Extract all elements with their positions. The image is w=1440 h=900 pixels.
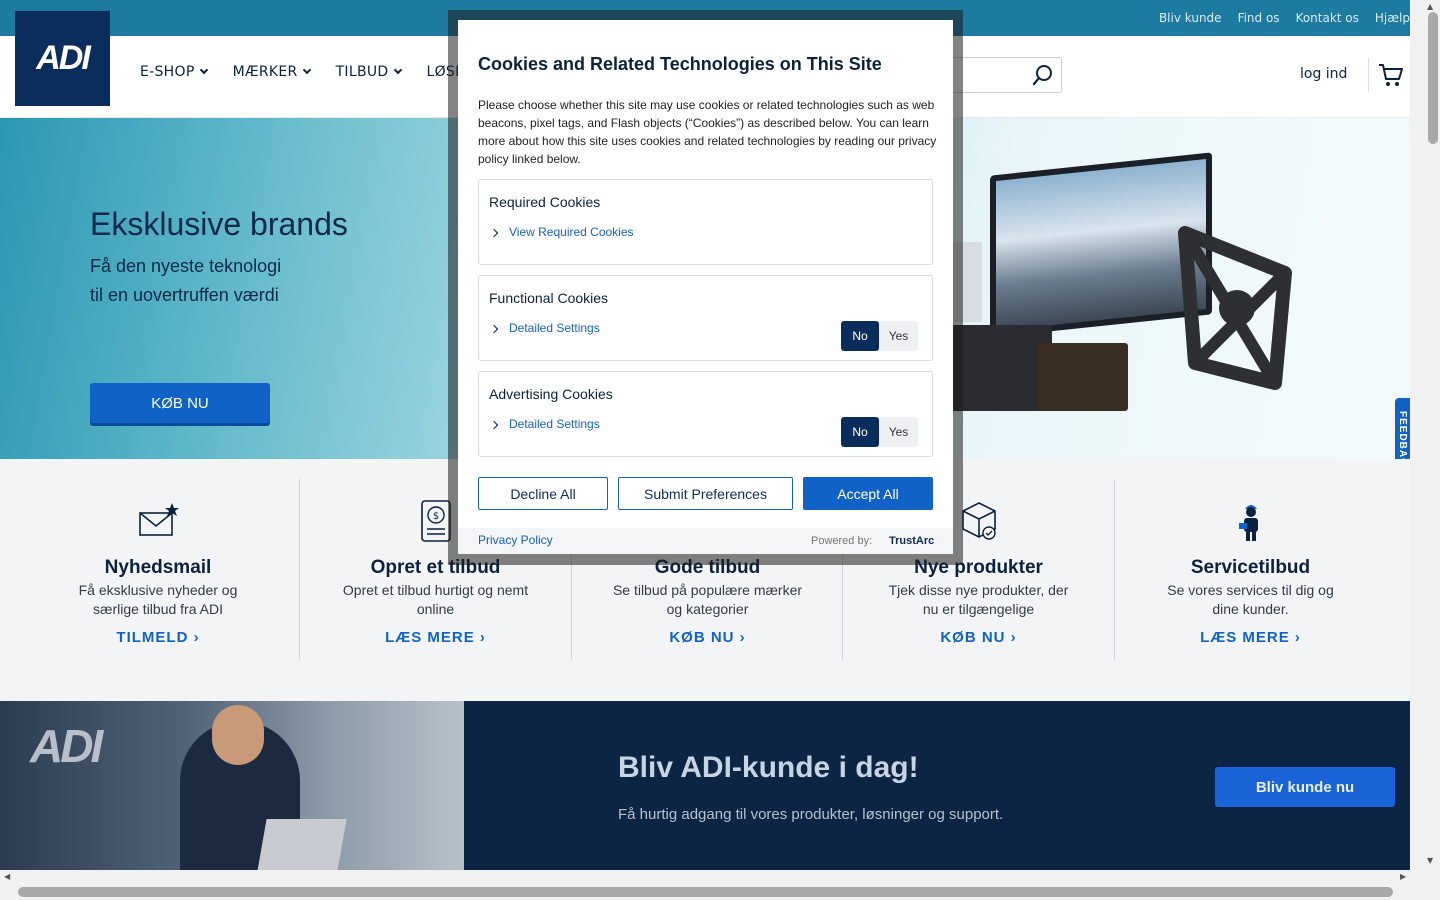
cookie-dialog-intro: Please choose whether this site may use … [478,98,937,166]
trustarc-logo[interactable]: TrustArc [889,535,934,547]
feature-desc: Se tilbud på populære mærker og kategori… [612,582,803,617]
hero-subtitle-line: til en uovertruffen værdi [90,285,279,305]
cart-icon[interactable] [1378,62,1404,88]
search-icon[interactable] [1032,64,1054,86]
functional-yes-option[interactable]: Yes [879,321,918,351]
chevron-right-icon[interactable] [489,324,499,334]
submit-preferences-button[interactable]: Submit Preferences [618,477,793,510]
functional-no-option[interactable]: No [841,321,879,351]
functional-cookies-toggle: No Yes [841,321,918,351]
accept-all-button[interactable]: Accept All [803,477,933,510]
privacy-policy-link[interactable]: Privacy Policy [478,533,553,547]
product-image-wall-mount [1178,226,1292,390]
cookie-section-functional: Functional Cookies Detailed Settings No … [478,275,933,361]
product-image-power-supply [1038,343,1128,411]
decline-all-button[interactable]: Decline All [478,477,608,510]
advertising-no-option[interactable]: No [841,417,879,447]
advertising-yes-option[interactable]: Yes [879,417,918,447]
util-link-help[interactable]: Hjælp [1375,11,1410,25]
vertical-scrollbar[interactable]: ▲ ▼ [1410,0,1440,870]
cookie-dialog-title: Cookies and Related Technologies on This… [478,54,882,74]
vertical-scroll-thumb[interactable] [1428,12,1438,144]
become-customer-banner: ADI Bliv ADI-kunde i dag! Få hurtig adga… [0,701,1410,870]
chevron-right-icon[interactable] [489,228,499,238]
hero-buy-button[interactable]: KØB NU [90,383,270,423]
chevron-down-icon [393,65,402,75]
util-link-become-customer[interactable]: Bliv kunde [1159,11,1222,25]
feature-newsletter: Nyhedsmail Få eksklusive nyheder og særl… [22,479,294,660]
util-link-contact[interactable]: Kontakt os [1296,11,1359,25]
cookie-section-required: Required Cookies View Required Cookies [478,179,933,265]
cookie-section-title: Required Cookies [489,194,601,210]
view-required-cookies-link[interactable]: View Required Cookies [509,225,634,239]
header-divider [1368,58,1369,92]
svg-text:$: $ [432,511,438,522]
feature-link-read-more[interactable]: LÆS MERE › [1115,629,1386,646]
utility-links: Bliv kunde Find os Kontakt os Hjælp [1159,0,1410,36]
banner-logo: ADI [30,720,103,772]
nav-item-offers[interactable]: TILBUD [335,64,402,80]
util-link-find-us[interactable]: Find os [1238,11,1280,25]
site-logo[interactable]: ADI [15,11,110,106]
chevron-down-icon [302,65,311,75]
scroll-down-arrow-icon[interactable]: ▼ [1427,856,1433,865]
scroll-up-arrow-icon[interactable]: ▲ [1427,2,1433,11]
hero-subtitle-line: Få den nyeste teknologi [90,256,282,276]
feature-services: Servicetilbud Se vores services til dig … [1114,479,1386,660]
functional-detailed-settings-link[interactable]: Detailed Settings [509,321,600,335]
cookie-consent-dialog: Cookies and Related Technologies on This… [458,20,953,554]
advertising-detailed-settings-link[interactable]: Detailed Settings [509,417,600,431]
feature-link-buy[interactable]: KØB NU › [572,629,843,646]
feature-link-read-more[interactable]: LÆS MERE › [300,629,571,646]
nav-label: MÆRKER [232,64,298,80]
box-check-icon [961,502,996,540]
cookie-section-advertising: Advertising Cookies Detailed Settings No… [478,371,933,457]
banner-headline: Bliv ADI-kunde i dag! [618,751,919,784]
feature-desc: Tjek disse nye produkter, der nu er tilg… [888,582,1069,617]
horizontal-scrollbar[interactable]: ◀ ▶ [0,870,1440,900]
feature-desc: Få eksklusive nyheder og særlige tilbud … [78,582,238,617]
chevron-down-icon [199,65,208,75]
nav-item-brands[interactable]: MÆRKER [232,64,311,80]
mail-star-icon [139,503,179,536]
main-nav: E-SHOP MÆRKER TILBUD LØSI [140,64,460,80]
feature-title: Nyhedsmail [104,557,212,578]
technician-icon [1238,505,1258,541]
nav-item-eshop[interactable]: E-SHOP [140,64,208,80]
login-link[interactable]: log ind [1300,66,1347,82]
cookie-section-title: Advertising Cookies [489,386,613,402]
cookie-dialog-footer: Privacy Policy Powered by: TrustArc [458,528,953,554]
feature-desc: Opret et tilbud hurtigt og nemt online [342,582,529,617]
nav-label: E-SHOP [140,64,195,80]
nav-label: TILBUD [335,64,389,80]
feature-title: Servicetilbud [1190,557,1311,578]
feature-link-subscribe[interactable]: TILMELD › [22,629,294,646]
feature-desc: Se vores services til dig og dine kunder… [1167,582,1334,617]
advertising-cookies-toggle: No Yes [841,417,918,447]
become-customer-button[interactable]: Bliv kunde nu [1215,767,1395,807]
hero-subtitle: Få den nyeste teknologi til en uovertruf… [90,252,410,310]
scroll-left-arrow-icon[interactable]: ◀ [4,872,10,881]
cookie-section-title: Functional Cookies [489,290,609,306]
logo-text: ADI [36,39,91,77]
product-image-battery [952,325,1052,411]
horizontal-scroll-thumb[interactable] [18,887,1393,897]
hero-title: Eksklusive brands [90,206,348,242]
scroll-right-arrow-icon[interactable]: ▶ [1400,872,1406,881]
banner-subtitle: Få hurtig adgang til vores produkter, lø… [618,806,1004,823]
powered-by-label: Powered by: [811,535,873,547]
chevron-right-icon[interactable] [489,420,499,430]
feature-link-buy[interactable]: KØB NU › [843,629,1114,646]
